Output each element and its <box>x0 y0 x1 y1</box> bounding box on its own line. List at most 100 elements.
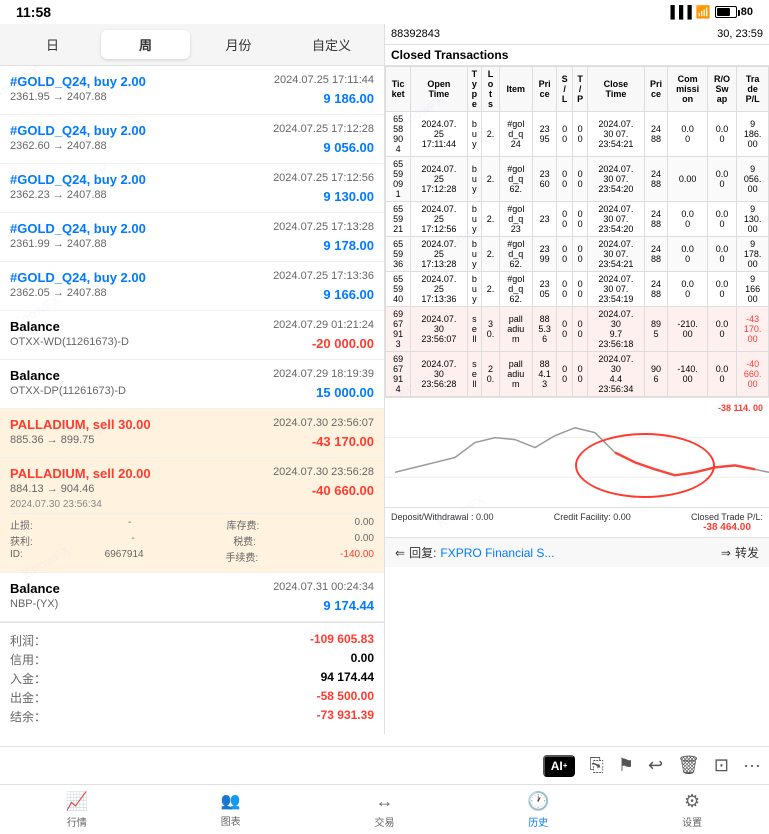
tx-title: #GOLD_Q24, buy 2.00 <box>10 123 146 138</box>
cell-tp: 00 <box>572 307 587 352</box>
cell-close-time: 2024.07.30 07.23:54:20 <box>588 157 644 202</box>
tab-day[interactable]: 日 <box>8 30 97 59</box>
col-pl: TradeP/L <box>737 67 769 112</box>
tx-title: Balance <box>10 581 60 596</box>
cell-close-price: 2488 <box>644 202 668 237</box>
cell-item: #gold_q24 <box>499 112 532 157</box>
col-swap: R/OSwap <box>707 67 737 112</box>
tx-profit: 9 178.00 <box>323 238 374 253</box>
left-panel: 日 周 月份 自定义 #GOLD_Q24, buy 2.00 2024.07.2… <box>0 24 385 734</box>
nav-label-chart: 图表 <box>221 813 241 828</box>
nav-item-quotes[interactable]: 📈 行情 <box>0 785 154 834</box>
col-tp: T/P <box>572 67 587 112</box>
trade-icon: ↔ <box>375 791 393 812</box>
cell-type: buy <box>467 157 482 202</box>
status-time: 11:58 <box>16 4 51 20</box>
chart-neg-value: -38 114. 00 <box>718 403 763 413</box>
cell-ticket: 6558904 <box>386 112 411 157</box>
cell-pl: 916600 <box>737 272 769 307</box>
cell-open-time: 2024.07.2517:13:36 <box>411 272 467 307</box>
bottom-summary-bar: Deposit/Withdrawal : 0.00 Credit Facilit… <box>385 507 769 537</box>
tab-custom[interactable]: 自定义 <box>287 30 376 59</box>
tx-profit: 9 056.00 <box>323 140 374 155</box>
tx-date: 2024.07.25 17:13:28 <box>273 221 374 233</box>
tx-profit: -20 000.00 <box>312 336 374 351</box>
cell-swap: 0.00 <box>707 352 737 397</box>
list-item[interactable]: #GOLD_Q24, buy 2.00 2024.07.25 17:12:56 … <box>0 164 384 213</box>
id-label: ID: <box>10 549 23 564</box>
balance-value: -73 931.39 <box>317 708 374 725</box>
nav-item-trade[interactable]: ↔ 交易 <box>308 785 462 834</box>
cell-ticket: 655940 <box>386 272 411 307</box>
forward-button[interactable]: ⇒ 转发 <box>721 544 759 561</box>
cell-tp: 00 <box>572 202 587 237</box>
deposit-withdrawal-label: Deposit/Withdrawal : 0.00 <box>391 512 494 522</box>
cell-item: palladium <box>499 307 532 352</box>
cell-open-time: 2024.07.2517:12:28 <box>411 157 467 202</box>
list-item-palladium-30[interactable]: PALLADIUM, sell 30.00 2024.07.30 23:56:0… <box>0 409 384 458</box>
tab-week[interactable]: 周 <box>101 30 190 59</box>
reply-button[interactable]: ⇐ 回复: FXPRO Financial S... <box>395 544 713 561</box>
cell-commission: 0.00 <box>668 237 707 272</box>
list-item[interactable]: Balance 2024.07.29 18:19:39 OTXX-DP(1126… <box>0 360 384 409</box>
col-ticket: Ticket <box>386 67 411 112</box>
cell-commission: 0.00 <box>668 157 707 202</box>
cell-type: sell <box>467 307 482 352</box>
status-bar: 11:58 ▐▐▐ 📶 80 <box>0 0 769 24</box>
list-item[interactable]: #GOLD_Q24, buy 2.00 2024.07.25 17:11:44 … <box>0 66 384 115</box>
closed-pl-value: -38 464.00 <box>703 522 751 533</box>
more-icon[interactable]: ··· <box>743 755 761 776</box>
bottom-nav: 📈 行情 👥 图表 ↔ 交易 🕐 历史 ⚙ 设置 <box>0 784 769 834</box>
tx-extra-date: 2024.07.30 23:56:34 <box>10 499 374 510</box>
tx-title: PALLADIUM, sell 20.00 <box>10 466 151 481</box>
cell-ticket: 655936 <box>386 237 411 272</box>
copy-icon[interactable]: ⎘ <box>589 755 603 776</box>
cell-close-price: 895 <box>644 307 668 352</box>
nav-item-settings[interactable]: ⚙ 设置 <box>615 785 769 834</box>
tx-price: 2362.05 → 2407.88 <box>10 287 107 302</box>
list-item[interactable]: #GOLD_Q24, buy 2.00 2024.07.25 17:13:28 … <box>0 213 384 262</box>
cell-item: #gold_q23 <box>499 202 532 237</box>
cell-commission: 0.00 <box>668 202 707 237</box>
cell-swap: 0.00 <box>707 237 737 272</box>
closed-transactions-table-wrapper[interactable]: Ticket OpenTime Type Lots Item Price S/L… <box>385 66 769 397</box>
cell-item: #gold_q62. <box>499 272 532 307</box>
list-item[interactable]: Balance 2024.07.29 01:21:24 OTXX-WD(1126… <box>0 311 384 360</box>
cell-sl: 00 <box>557 157 572 202</box>
cell-swap: 0.00 <box>707 157 737 202</box>
col-commission: Commission <box>668 67 707 112</box>
nav-item-history[interactable]: 🕐 历史 <box>461 785 615 834</box>
cell-price: 2305 <box>532 272 557 307</box>
cell-close-price: 906 <box>644 352 668 397</box>
cell-price: 2360 <box>532 157 557 202</box>
cell-sl: 00 <box>557 272 572 307</box>
list-item[interactable]: #GOLD_Q24, buy 2.00 2024.07.25 17:12:28 … <box>0 115 384 164</box>
tx-title: #GOLD_Q24, buy 2.00 <box>10 172 146 187</box>
section-title: Closed Transactions <box>385 45 769 66</box>
ai-button[interactable]: AI+ <box>543 755 576 777</box>
history-icon: 🕐 <box>527 791 549 812</box>
palladium-inline-summary-3: ID: 6967914 手续费: -140.00 <box>10 549 374 564</box>
deposit-value: 94 174.44 <box>321 670 374 687</box>
tx-title: Balance <box>10 368 60 383</box>
cell-type: buy <box>467 237 482 272</box>
list-item[interactable]: #GOLD_Q24, buy 2.00 2024.07.25 17:13:36 … <box>0 262 384 311</box>
tab-month[interactable]: 月份 <box>194 30 283 59</box>
list-item-balance-nbp[interactable]: Balance 2024.07.31 00:24:34 NBP-(YX) 9 1… <box>0 573 384 622</box>
storage-label: 库存费: <box>227 517 260 532</box>
closed-pl-item: Closed Trade P/L: -38 464.00 <box>691 512 763 533</box>
transaction-list[interactable]: #GOLD_Q24, buy 2.00 2024.07.25 17:11:44 … <box>0 66 384 622</box>
refresh-icon[interactable]: ⊡ <box>714 755 729 776</box>
flag-icon[interactable]: ⚑ <box>618 755 634 776</box>
reply-icon[interactable]: ↩ <box>648 755 663 776</box>
credit-label: 信用： <box>10 651 46 668</box>
cell-swap: 0.00 <box>707 112 737 157</box>
delete-icon[interactable]: 🗑 <box>677 755 700 776</box>
cell-swap: 0.00 <box>707 272 737 307</box>
nav-item-chart[interactable]: 👥 图表 <box>154 785 308 834</box>
deposit-label: 入金： <box>10 670 46 687</box>
cell-pl: 9178.00 <box>737 237 769 272</box>
list-item-palladium-20[interactable]: PALLADIUM, sell 20.00 2024.07.30 23:56:2… <box>0 458 384 573</box>
reply-bar: ⇐ 回复: FXPRO Financial S... ⇒ 转发 <box>385 537 769 567</box>
table-row-palladium-20: 6967914 2024.07.3023:56:28 sell 20. pall… <box>386 352 769 397</box>
